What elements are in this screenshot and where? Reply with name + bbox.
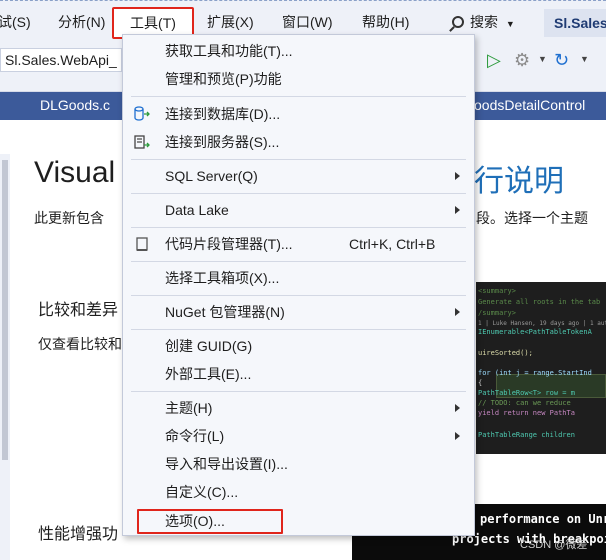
- menu-item-data-lake[interactable]: Data Lake: [123, 196, 474, 224]
- chevron-down-icon: ▼: [505, 19, 515, 29]
- section-text-compare: 仅查看比较和: [38, 336, 122, 352]
- menu-item-label: SQL Server(Q): [165, 168, 258, 184]
- code-line: Generate all roots in the tab: [478, 298, 601, 306]
- menu-item-external-tools[interactable]: 外部工具(E)...: [123, 360, 474, 388]
- submenu-arrow-icon: [455, 172, 460, 180]
- database-connect-icon: [134, 106, 150, 121]
- menu-item-label: 代码片段管理器(T)...: [165, 236, 293, 252]
- menu-separator: [131, 329, 466, 330]
- menu-item-label: 导入和导出设置(I)...: [165, 456, 288, 472]
- menu-item-create-guid[interactable]: 创建 GUID(G): [123, 332, 474, 360]
- code-line: <summary>: [478, 287, 516, 295]
- menu-item-nuget[interactable]: NuGet 包管理器(N): [123, 298, 474, 326]
- menu-item-label: 外部工具(E)...: [165, 366, 252, 382]
- menu-item-connect-database[interactable]: 连接到数据库(D)...: [123, 100, 474, 128]
- code-line: uireSorted();: [478, 349, 533, 357]
- intro-text-suffix: 段。选择一个主题: [476, 210, 588, 226]
- menu-separator: [131, 261, 466, 262]
- scrollbar-thumb[interactable]: [2, 160, 8, 460]
- tab-goods-detail-control[interactable]: oodsDetailControl: [474, 92, 606, 120]
- menu-item-connect-server[interactable]: 连接到服务器(S)...: [123, 128, 474, 156]
- menu-item-label: 主题(H): [165, 400, 213, 416]
- menu-analyze[interactable]: 分析(N): [58, 11, 105, 33]
- code-line: PathTableRange children: [478, 431, 575, 439]
- code-line: for (int j = range.StartInd: [478, 369, 592, 377]
- menu-separator: [131, 159, 466, 160]
- menu-item-label: 获取工具和功能(T)...: [165, 43, 293, 59]
- server-connect-icon: [134, 135, 150, 149]
- menu-item-label: Data Lake: [165, 202, 229, 218]
- tab-dlgoods[interactable]: DLGoods.c: [40, 92, 122, 120]
- menu-item-sql-server[interactable]: SQL Server(Q): [123, 162, 474, 190]
- refresh-icon[interactable]: ↻: [554, 48, 569, 72]
- page-title-suffix: 行说明: [474, 165, 564, 198]
- menu-item-label: 自定义(C)...: [165, 484, 239, 500]
- menu-item-customize[interactable]: 自定义(C)...: [123, 478, 474, 506]
- menu-extensions[interactable]: 扩展(X): [207, 11, 254, 33]
- submenu-arrow-icon: [455, 206, 460, 214]
- scroll-gutter[interactable]: [0, 154, 10, 560]
- menu-separator: [131, 193, 466, 194]
- solution-name: Sl.Sales: [544, 9, 606, 37]
- search-label: 搜索: [470, 14, 498, 30]
- menu-separator: [131, 227, 466, 228]
- menu-separator: [131, 96, 466, 97]
- snippet-manager-icon: [136, 237, 148, 251]
- menu-item-label: 连接到数据库(D)...: [165, 106, 281, 122]
- chevron-down-icon[interactable]: ▼: [580, 54, 589, 64]
- menu-separator: [131, 391, 466, 392]
- menu-window[interactable]: 窗口(W): [282, 11, 333, 33]
- intro-text: 此更新包含: [34, 210, 104, 226]
- submenu-arrow-icon: [455, 308, 460, 316]
- submenu-arrow-icon: [455, 404, 460, 412]
- section-heading-performance: 性能增强功: [38, 526, 119, 543]
- menu-item-label: 管理和预览(P)功能: [165, 71, 282, 87]
- submenu-arrow-icon: [455, 432, 460, 440]
- search-icon: [452, 16, 464, 28]
- tools-dropdown-menu: 获取工具和功能(T)... 管理和预览(P)功能 连接到数据库(D)... 连接…: [122, 34, 475, 536]
- menu-item-label: 连接到服务器(S)...: [165, 134, 280, 150]
- menu-item-command-line[interactable]: 命令行(L): [123, 422, 474, 450]
- code-line: IEnumerable<PathTableTokenA: [478, 328, 592, 336]
- menu-separator: [131, 295, 466, 296]
- menu-item-theme[interactable]: 主题(H): [123, 394, 474, 422]
- page-title: Visual: [34, 156, 116, 189]
- menu-item-shortcut: Ctrl+K, Ctrl+B: [349, 236, 436, 252]
- menu-item-choose-toolbox-items[interactable]: 选择工具箱项(X)...: [123, 264, 474, 292]
- gear-icon[interactable]: ⚙: [514, 48, 530, 72]
- section-heading-compare: 比较和差异: [38, 302, 119, 319]
- options-highlight-box: [137, 509, 283, 534]
- menu-item-manage-preview[interactable]: 管理和预览(P)功能: [123, 65, 474, 93]
- chevron-down-icon[interactable]: ▼: [538, 54, 547, 64]
- watermark: CSDN @微差: [520, 539, 588, 551]
- menu-debug[interactable]: 试(S): [0, 11, 31, 33]
- menu-item-label: 命令行(L): [165, 428, 225, 444]
- menu-item-label: NuGet 包管理器(N): [165, 304, 285, 320]
- menu-item-get-tools[interactable]: 获取工具和功能(T)...: [123, 37, 474, 65]
- video-caption-line1: performance on Unr: [480, 512, 606, 526]
- code-line: yield return new PathTa: [478, 409, 575, 417]
- menu-item-label: 选择工具箱项(X)...: [165, 270, 280, 286]
- startup-project-combo[interactable]: Sl.Sales.WebApi_: [0, 48, 122, 72]
- play-icon[interactable]: ▷: [487, 48, 501, 72]
- menu-help[interactable]: 帮助(H): [362, 11, 409, 33]
- search-menu[interactable]: 搜索 ▼: [452, 11, 515, 33]
- code-preview-image: <summary> Generate all roots in the tab …: [476, 282, 606, 454]
- menu-item-label: 创建 GUID(G): [165, 338, 253, 354]
- menu-item-snippet-manager[interactable]: 代码片段管理器(T)... Ctrl+K, Ctrl+B: [123, 230, 474, 258]
- menu-item-import-export-settings[interactable]: 导入和导出设置(I)...: [123, 450, 474, 478]
